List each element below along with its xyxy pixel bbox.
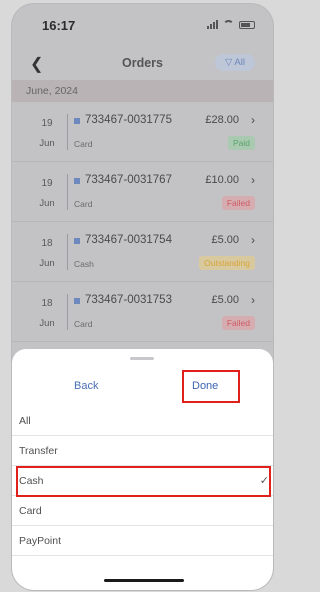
order-row[interactable]: 18 Jun 733467-0031754 Cash £5.00 › Outst… bbox=[12, 222, 273, 282]
option-label: All bbox=[19, 415, 31, 427]
filter-option-transfer[interactable]: Transfer bbox=[12, 436, 273, 466]
order-reference: 733467-0031753 bbox=[85, 294, 172, 306]
chevron-right-icon: › bbox=[251, 233, 255, 247]
order-marker-icon bbox=[74, 118, 80, 124]
divider bbox=[67, 174, 68, 210]
status-badge: Paid bbox=[227, 136, 255, 150]
chevron-right-icon: › bbox=[251, 293, 255, 307]
order-month: Jun bbox=[39, 258, 55, 269]
order-month: Jun bbox=[39, 318, 55, 329]
status-badge: Failed bbox=[221, 316, 255, 330]
order-reference: 733467-0031767 bbox=[85, 174, 172, 186]
order-reference: 733467-0031754 bbox=[85, 234, 172, 246]
battery-icon bbox=[239, 20, 255, 29]
filter-option-paypoint[interactable]: PayPoint bbox=[12, 526, 273, 556]
cash-highlight-box bbox=[16, 466, 271, 497]
divider bbox=[67, 234, 68, 270]
filter-button[interactable]: ▽ All bbox=[215, 54, 255, 71]
filter-option-card[interactable]: Card bbox=[12, 496, 273, 526]
chevron-right-icon: › bbox=[251, 113, 255, 127]
option-label: Transfer bbox=[19, 445, 58, 457]
status-badge: Outstanding bbox=[199, 256, 255, 270]
done-highlight-box bbox=[182, 370, 240, 403]
back-button[interactable]: Back bbox=[74, 380, 98, 392]
filter-option-all[interactable]: All bbox=[12, 406, 273, 436]
chevron-right-icon: › bbox=[251, 173, 255, 187]
order-method: Card bbox=[74, 139, 93, 149]
order-day: 18 bbox=[41, 238, 53, 249]
signal-icon bbox=[207, 20, 218, 29]
month-header: June, 2024 bbox=[12, 80, 273, 102]
order-month: Jun bbox=[39, 138, 55, 149]
order-month: Jun bbox=[39, 198, 55, 209]
month-label: June, 2024 bbox=[26, 85, 78, 97]
status-time: 16:17 bbox=[42, 18, 76, 33]
status-bar: 16:17 bbox=[12, 4, 273, 46]
order-day: 19 bbox=[41, 118, 53, 129]
option-label: PayPoint bbox=[19, 535, 62, 547]
nav-bar: ❮ Orders ▽ All bbox=[12, 46, 273, 80]
home-indicator bbox=[104, 579, 184, 582]
order-method: Cash bbox=[74, 259, 94, 269]
order-method: Card bbox=[74, 319, 93, 329]
order-day: 18 bbox=[41, 298, 53, 309]
order-amount: £10.00 bbox=[205, 174, 239, 186]
order-amount: £5.00 bbox=[211, 234, 239, 246]
order-method: Card bbox=[74, 199, 93, 209]
option-label: Card bbox=[19, 505, 42, 517]
divider bbox=[67, 114, 68, 150]
filter-sheet: Back Done All Transfer Cash ✓ Card PayPo… bbox=[12, 349, 273, 590]
order-reference: 733467-0031775 bbox=[85, 114, 172, 126]
order-row[interactable]: 19 Jun 733467-0031767 Card £10.00 › Fail… bbox=[12, 162, 273, 222]
order-day: 19 bbox=[41, 178, 53, 189]
wifi-icon bbox=[223, 20, 234, 29]
order-amount: £28.00 bbox=[205, 114, 239, 126]
divider bbox=[67, 294, 68, 330]
order-amount: £5.00 bbox=[211, 294, 239, 306]
status-icons bbox=[207, 20, 255, 29]
sheet-grabber[interactable] bbox=[130, 357, 154, 360]
order-row[interactable]: 18 Jun 733467-0031753 Card £5.00 › Faile… bbox=[12, 282, 273, 342]
order-marker-icon bbox=[74, 178, 80, 184]
order-marker-icon bbox=[74, 298, 80, 304]
status-badge: Failed bbox=[221, 196, 255, 210]
order-marker-icon bbox=[74, 238, 80, 244]
phone-screen: 16:17 ❮ Orders ▽ All June, 2024 19 Jun 7… bbox=[12, 4, 273, 590]
order-row[interactable]: 19 Jun 733467-0031775 Card £28.00 › Paid bbox=[12, 102, 273, 162]
